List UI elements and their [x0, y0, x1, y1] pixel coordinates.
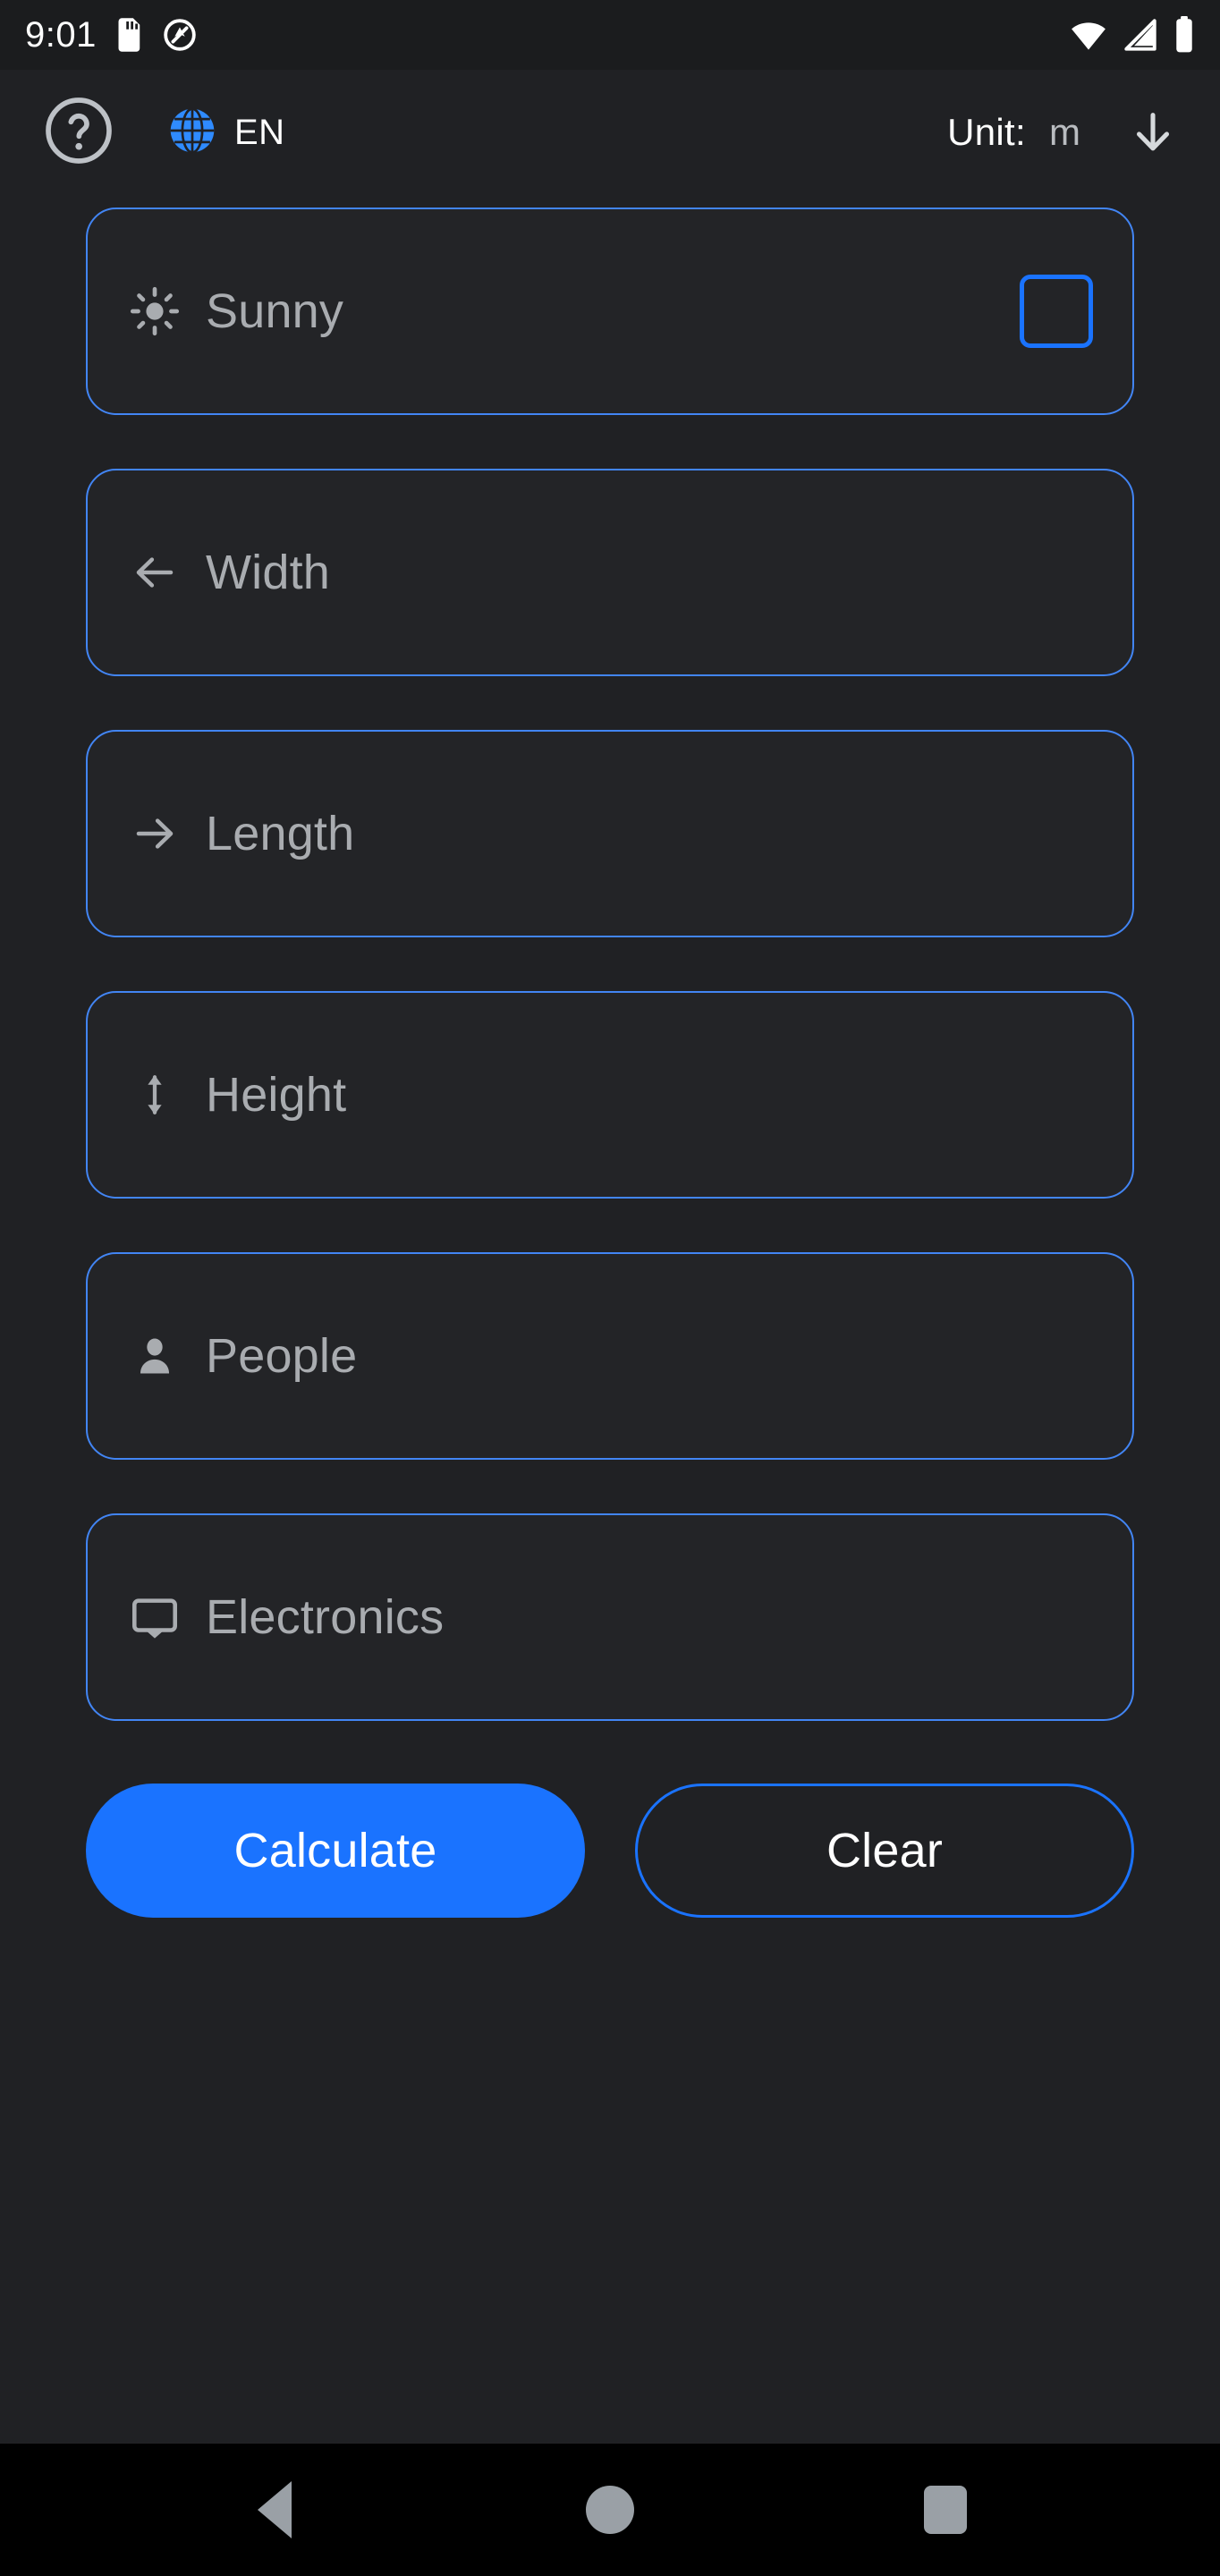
action-buttons: Calculate Clear: [86, 1775, 1134, 1918]
arrow-left-icon: [127, 548, 182, 597]
globe-icon: [165, 103, 220, 163]
field-placeholder-height: Height: [206, 1068, 347, 1122]
sun-icon: [127, 286, 182, 336]
calculate-button[interactable]: Calculate: [86, 1784, 585, 1918]
field-width[interactable]: Width: [86, 469, 1134, 676]
help-circle-icon: [43, 95, 114, 171]
help-button[interactable]: [41, 95, 116, 170]
phone-screen: 9:01 EN Unit: m Sunny Width Length Heigh…: [0, 0, 1220, 2576]
wifi-icon: [1070, 16, 1107, 54]
sd-card-icon: [116, 18, 143, 52]
status-bar-left: 9:01: [25, 17, 197, 53]
status-bar-clock: 9:01: [25, 15, 97, 55]
field-electronics[interactable]: Electronics: [86, 1513, 1134, 1721]
tv-cast-icon: [127, 1591, 182, 1643]
unit-value: m: [1049, 111, 1080, 153]
app-header: EN Unit: m: [0, 70, 1220, 195]
field-sunny[interactable]: Sunny: [86, 208, 1134, 415]
person-icon: [127, 1333, 182, 1379]
nav-home-button[interactable]: [556, 2456, 664, 2563]
arrow-right-icon: [127, 809, 182, 858]
unit-label: Unit:: [947, 111, 1026, 153]
circle-home-icon: [585, 2486, 634, 2534]
battery-icon: [1173, 16, 1195, 54]
field-label-sunny: Sunny: [206, 284, 344, 338]
sunny-checkbox[interactable]: [1020, 275, 1093, 348]
field-placeholder-electronics: Electronics: [206, 1590, 445, 1644]
status-bar-right: [1070, 16, 1195, 54]
language-code: EN: [234, 112, 285, 152]
square-recents-icon: [923, 2486, 967, 2534]
field-placeholder-length: Length: [206, 807, 355, 860]
field-height[interactable]: Height: [86, 991, 1134, 1199]
field-placeholder-width: Width: [206, 546, 331, 599]
nav-back-button[interactable]: [221, 2456, 328, 2563]
language-selector[interactable]: EN: [165, 103, 285, 163]
triangle-back-icon: [258, 2481, 292, 2538]
nav-recents-button[interactable]: [892, 2456, 999, 2563]
arrow-down-icon[interactable]: [1127, 106, 1179, 158]
field-people[interactable]: People: [86, 1252, 1134, 1460]
arrow-up-down-icon: [127, 1071, 182, 1119]
do-not-disturb-icon: [163, 18, 197, 52]
form-content: Sunny Width Length Height People Electro…: [0, 195, 1220, 2444]
cellular-signal-icon: [1122, 16, 1159, 54]
status-bar: 9:01: [0, 0, 1220, 70]
clear-button[interactable]: Clear: [634, 1784, 1134, 1918]
unit-selector[interactable]: Unit: m: [947, 106, 1179, 158]
field-placeholder-people: People: [206, 1329, 358, 1383]
android-nav-bar: [0, 2444, 1220, 2576]
field-length[interactable]: Length: [86, 730, 1134, 937]
